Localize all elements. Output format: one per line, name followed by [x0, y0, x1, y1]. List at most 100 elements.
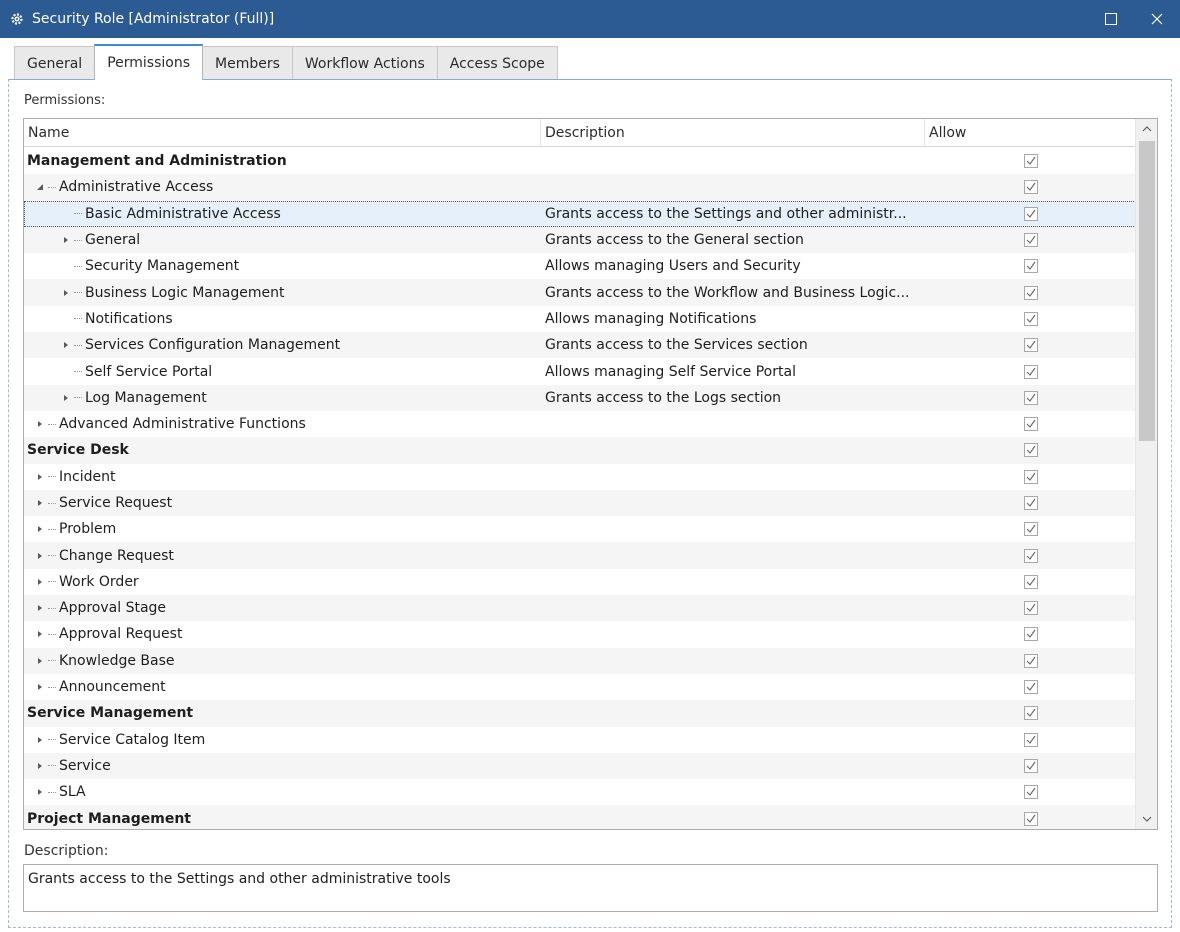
table-row[interactable]: Basic Administrative Access Grants access… [24, 200, 1136, 227]
allow-checkbox[interactable] [1023, 574, 1038, 589]
allow-checkbox[interactable] [1023, 180, 1038, 195]
expand-arrow-icon[interactable] [32, 521, 48, 537]
expand-arrow-icon[interactable] [32, 416, 48, 432]
table-row[interactable]: Knowledge Base [24, 647, 1136, 674]
expand-arrow-icon[interactable] [32, 574, 48, 590]
expand-arrow-icon[interactable] [58, 232, 74, 248]
allow-checkbox[interactable] [1023, 758, 1038, 773]
allow-checkbox[interactable] [1023, 390, 1038, 405]
vertical-scrollbar[interactable] [1135, 119, 1157, 829]
table-row[interactable]: Service Catalog Item [24, 727, 1136, 753]
checkmark-icon [1026, 261, 1035, 271]
table-row[interactable]: Log Management Grants access to the Logs … [24, 384, 1136, 411]
allow-checkbox[interactable] [1023, 732, 1038, 747]
allow-checkbox[interactable] [1023, 548, 1038, 563]
allow-checkbox[interactable] [1023, 364, 1038, 379]
allow-checkbox[interactable] [1023, 811, 1038, 826]
collapse-arrow-icon[interactable] [32, 179, 48, 195]
permission-description [541, 490, 925, 516]
description-box: Grants access to the Settings and other … [23, 864, 1158, 912]
table-row[interactable]: Service Desk [24, 437, 1136, 464]
tab-workflow-actions[interactable]: Workflow Actions [291, 46, 438, 80]
permission-name-cell: Notifications [24, 306, 541, 332]
expand-arrow-icon[interactable] [58, 390, 74, 406]
table-row[interactable]: Service Request [24, 489, 1136, 517]
allow-checkbox[interactable] [1023, 417, 1038, 432]
allow-checkbox[interactable] [1023, 653, 1038, 668]
permission-name: Security Management [85, 258, 240, 275]
allow-checkbox[interactable] [1023, 680, 1038, 695]
permission-name-cell: Basic Administrative Access [24, 201, 541, 227]
scroll-up-button[interactable] [1136, 119, 1157, 139]
permission-name: Change Request [59, 547, 174, 564]
expand-arrow-icon[interactable] [58, 285, 74, 301]
allow-checkbox[interactable] [1023, 338, 1038, 353]
checkmark-icon [1026, 682, 1035, 692]
close-button[interactable] [1134, 0, 1180, 38]
table-row[interactable]: Incident [24, 464, 1136, 490]
allow-checkbox[interactable] [1023, 706, 1038, 721]
table-row[interactable]: Service [24, 752, 1136, 780]
table-row[interactable]: Announcement [24, 674, 1136, 700]
tab-permissions[interactable]: Permissions [94, 44, 203, 80]
expand-arrow-icon[interactable] [32, 653, 48, 669]
table-row[interactable]: Management and Administration [24, 148, 1136, 174]
expand-arrow-icon[interactable] [32, 626, 48, 642]
table-row[interactable]: Approval Stage [24, 595, 1136, 622]
title-bar: Security Role [Administrator (Full)] [0, 0, 1180, 38]
tree-connector-line [48, 502, 56, 504]
allow-checkbox[interactable] [1023, 311, 1038, 326]
permissions-grid[interactable]: Name Description Allow Management and Ad… [23, 118, 1158, 830]
permission-description [541, 805, 925, 829]
tab-general[interactable]: General [14, 46, 96, 80]
scrollbar-thumb[interactable] [1139, 141, 1155, 441]
allow-checkbox[interactable] [1023, 154, 1038, 169]
scroll-down-button[interactable] [1136, 809, 1157, 829]
expand-arrow-icon[interactable] [32, 600, 48, 616]
table-row[interactable]: Service Management [24, 700, 1136, 727]
table-row[interactable]: Security Management Allows managing Users… [24, 253, 1136, 279]
table-row[interactable]: Problem [24, 516, 1136, 542]
table-row[interactable]: Work Order [24, 569, 1136, 595]
table-row[interactable]: Project Management [24, 805, 1136, 829]
allow-checkbox[interactable] [1023, 496, 1038, 510]
expand-arrow-icon[interactable] [32, 548, 48, 564]
column-header-allow[interactable]: Allow [925, 119, 1136, 147]
table-row[interactable]: Approval Request [24, 621, 1136, 647]
permission-description: Allows managing Self Service Portal [545, 363, 796, 380]
expand-arrow-icon[interactable] [32, 679, 48, 695]
allow-checkbox[interactable] [1023, 443, 1038, 458]
permission-name-cell: Services Configuration Management [24, 332, 541, 358]
expand-arrow-icon[interactable] [32, 495, 48, 511]
allow-checkbox[interactable] [1023, 233, 1038, 248]
table-row[interactable]: General Grants access to the General sect… [24, 226, 1136, 254]
expand-arrow-icon[interactable] [32, 758, 48, 774]
allow-checkbox[interactable] [1023, 601, 1038, 616]
table-row[interactable]: Change Request [24, 542, 1136, 569]
allow-checkbox[interactable] [1023, 522, 1038, 537]
table-row[interactable]: Advanced Administrative Functions [24, 411, 1136, 437]
column-header-description[interactable]: Description [541, 119, 925, 147]
table-row[interactable]: Administrative Access [24, 174, 1136, 201]
tab-access-scope[interactable]: Access Scope [436, 46, 558, 80]
allow-checkbox[interactable] [1023, 469, 1038, 484]
expand-arrow-icon[interactable] [32, 732, 48, 748]
expand-arrow-icon[interactable] [32, 469, 48, 485]
table-row[interactable]: Services Configuration Management Grants … [24, 332, 1136, 359]
tab-members[interactable]: Members [202, 46, 293, 80]
allow-checkbox[interactable] [1023, 259, 1038, 274]
allow-checkbox[interactable] [1023, 285, 1038, 300]
allow-checkbox[interactable] [1023, 785, 1038, 800]
expand-arrow-icon[interactable] [58, 337, 74, 353]
allow-checkbox[interactable] [1023, 206, 1038, 221]
table-row[interactable]: Business Logic Management Grants access t… [24, 279, 1136, 306]
column-header-name[interactable]: Name [24, 119, 541, 147]
table-row[interactable]: Notifications Allows managing Notificatio… [24, 306, 1136, 332]
permission-name-cell: Service Request [24, 490, 541, 516]
expand-arrow-icon[interactable] [32, 784, 48, 800]
allow-checkbox[interactable] [1023, 627, 1038, 642]
table-row[interactable]: Self Service Portal Allows managing Self … [24, 358, 1136, 384]
table-row[interactable]: SLA [24, 779, 1136, 805]
maximize-button[interactable] [1088, 0, 1134, 38]
checkmark-icon [1026, 603, 1035, 613]
